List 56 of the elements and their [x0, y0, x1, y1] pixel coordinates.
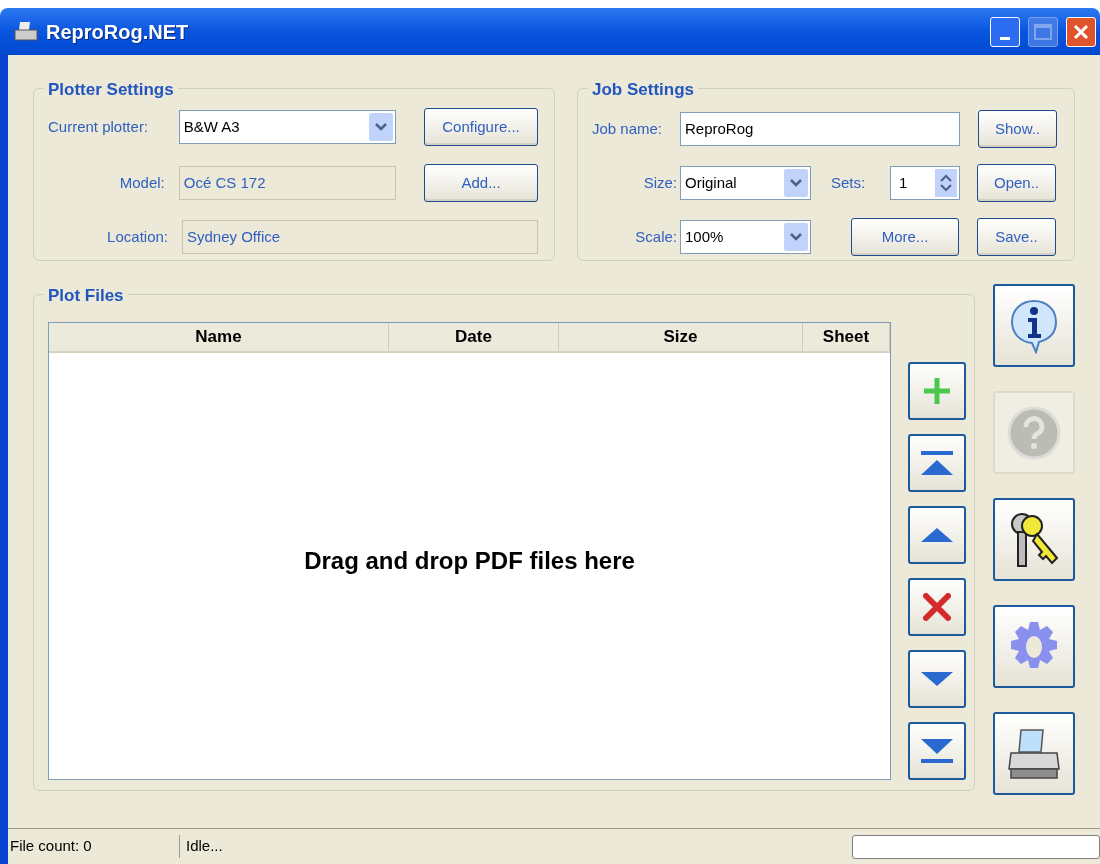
field-label: Location: [106, 226, 168, 247]
triangle-down-icon [920, 671, 954, 687]
settings-button[interactable] [993, 605, 1075, 688]
keys-button[interactable] [993, 498, 1075, 581]
down-file-button[interactable] [908, 650, 966, 708]
close-button[interactable] [1066, 16, 1096, 47]
combo-value: Original [685, 172, 738, 193]
info-icon [1009, 297, 1059, 354]
job-name-field[interactable]: ReproRog [680, 112, 960, 146]
sets-spinner[interactable]: 1 [890, 166, 960, 200]
show-button[interactable]: Show.. [978, 110, 1057, 148]
empty-list-message: Drag and drop PDF files here [304, 546, 635, 576]
plotter-dropdown[interactable]: B&W A3 [178, 110, 397, 144]
column-header[interactable]: Date [389, 323, 559, 351]
help-icon [1006, 404, 1062, 461]
delete-icon [923, 593, 951, 621]
spinner-arrows-icon[interactable] [935, 169, 957, 197]
field-label: Sets: [831, 172, 867, 193]
combo-value: 100% [685, 226, 725, 247]
more-button[interactable]: More... [851, 218, 959, 256]
combo-value: B&W A3 [183, 116, 241, 137]
file-list[interactable]: Name Date Size Sheet Drag and drop PDF files here [48, 322, 891, 780]
top-file-button[interactable] [908, 434, 966, 492]
move-top-icon [920, 450, 954, 476]
field-label: Current plotter: [48, 116, 150, 137]
window-title: ReproRog.NET [46, 19, 190, 45]
size-dropdown[interactable]: Original [680, 166, 811, 200]
field-label: Model: [118, 172, 165, 193]
column-header[interactable]: Size [559, 323, 803, 351]
scale-dropdown[interactable]: 100% [680, 220, 811, 254]
close-icon [1073, 23, 1089, 40]
bottom-file-button[interactable] [908, 722, 966, 780]
delete-file-button[interactable] [908, 578, 966, 636]
print-button[interactable] [993, 712, 1075, 795]
open-button[interactable]: Open.. [977, 164, 1056, 202]
file-count: File count: 0 [8, 835, 180, 858]
field-label: Job name: [592, 118, 664, 139]
configure-button[interactable]: Configure... [424, 108, 538, 146]
triangle-up-icon [920, 527, 954, 543]
status-text: Idle... [185, 836, 224, 857]
column-header[interactable]: Name [49, 323, 389, 351]
plus-icon [922, 376, 952, 406]
printer-icon [14, 20, 38, 43]
up-file-button[interactable] [908, 506, 966, 564]
save-button[interactable]: Save.. [977, 218, 1056, 256]
field-label: Scale: [634, 226, 678, 247]
add-button[interactable]: Add... [424, 164, 538, 202]
printer-icon [1007, 726, 1061, 781]
maximize-icon [1034, 23, 1052, 40]
move-bottom-icon [920, 738, 954, 764]
minimize-icon [1000, 36, 1010, 40]
minimize-button[interactable] [990, 16, 1020, 47]
field-label: Size: [642, 172, 678, 193]
info-button[interactable] [993, 284, 1075, 367]
column-header[interactable]: Sheet [803, 323, 890, 351]
add-file-button[interactable] [908, 362, 966, 420]
